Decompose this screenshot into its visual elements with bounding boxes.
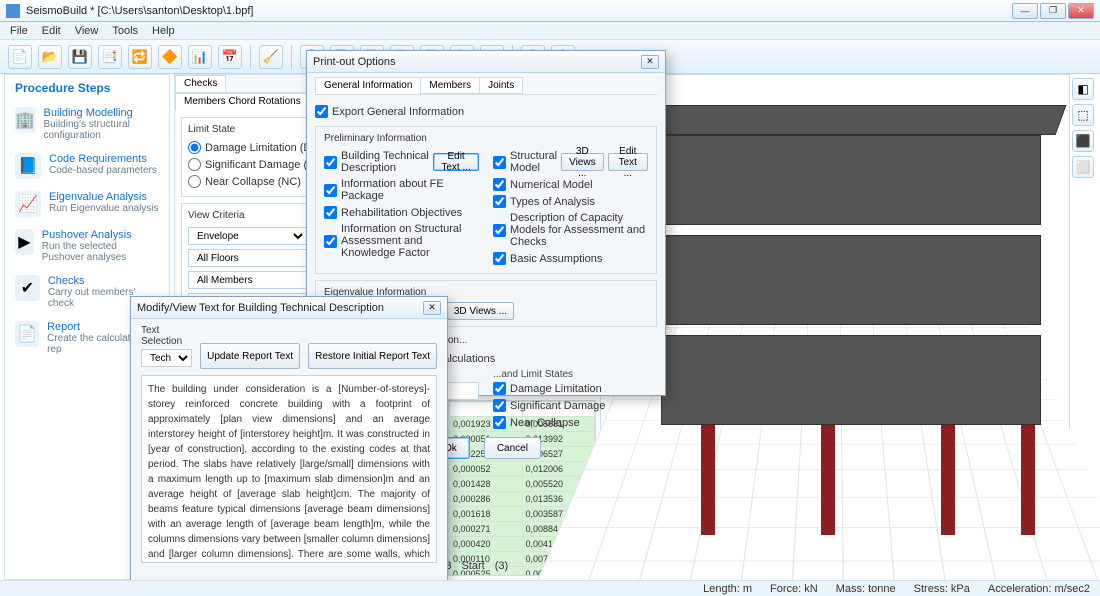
sidebar-item[interactable]: ▶ Pushover AnalysisRun the selected Pusho… [5, 223, 169, 269]
step-icon: ✔ [15, 275, 40, 301]
column-red [701, 425, 715, 535]
column-red [1021, 425, 1035, 535]
step-label: Building Modelling [44, 107, 160, 119]
toolbar-button[interactable]: 📊 [188, 45, 212, 69]
chk-structural-model[interactable]: Structural Model [493, 148, 557, 176]
tab-checks[interactable]: Checks [175, 75, 226, 92]
menu-tools[interactable]: Tools [106, 23, 144, 39]
edit-text-button-2[interactable]: Edit Text ... [608, 153, 648, 171]
menu-edit[interactable]: Edit [36, 23, 67, 39]
menu-help[interactable]: Help [146, 23, 181, 39]
menubar: FileEditViewToolsHelp [0, 22, 1100, 40]
3d-views-button[interactable]: 3D Views ... [561, 153, 604, 171]
toolbar-button[interactable]: 📂 [38, 45, 62, 69]
tool-icon[interactable]: ⬚ [1072, 104, 1094, 126]
right-toolbar: ◧ ⬚ ⬛ ⬜ [1072, 74, 1096, 182]
tab-members[interactable]: Members [420, 77, 480, 94]
close-button[interactable]: ✕ [1068, 3, 1094, 19]
chk-rehab[interactable]: Rehabilitation Objectives [324, 204, 479, 221]
step-desc: Run Eigenvalue analysis [49, 203, 159, 214]
chk-export-general[interactable]: Export General Information [315, 103, 657, 120]
sidebar-item[interactable]: 📈 Eigenvalue AnalysisRun Eigenvalue analy… [5, 185, 169, 223]
toolbar-button[interactable]: 🧹 [259, 45, 283, 69]
text-selection-combo[interactable]: Technical Description [141, 349, 192, 367]
chk-types[interactable]: Types of Analysis [493, 193, 648, 210]
step-icon: ▶ [15, 229, 34, 255]
titlebar: SeismoBuild * [C:\Users\santon\Desktop\1… [0, 0, 1100, 22]
chk-ls-nc[interactable]: Near Collapse [493, 414, 657, 431]
toolbar-button[interactable]: 🔶 [158, 45, 182, 69]
chk-ls-dl[interactable]: Damage Limitation [493, 380, 657, 397]
sidebar-item[interactable]: 🏢 Building ModellingBuilding's structural… [5, 101, 169, 147]
tab-joints[interactable]: Joints [479, 77, 523, 94]
step-label: Code Requirements [49, 153, 157, 165]
window-title: SeismoBuild * [C:\Users\santon\Desktop\1… [26, 5, 1012, 17]
building-slab [661, 235, 1041, 325]
dialog-modify-text: Modify/View Text for Building Technical … [130, 296, 448, 583]
description-textarea[interactable] [141, 375, 437, 563]
menu-file[interactable]: File [4, 23, 34, 39]
close-icon[interactable]: ✕ [641, 55, 659, 69]
sidebar-heading: Procedure Steps [5, 75, 169, 101]
minimize-button[interactable]: — [1012, 3, 1038, 19]
step-label: Checks [48, 275, 159, 287]
update-report-button[interactable]: Update Report Text [200, 343, 300, 369]
building-slab [661, 335, 1041, 425]
cancel-button[interactable]: Cancel [484, 437, 541, 459]
step-icon: 📈 [15, 191, 41, 217]
step-desc: Building's structural configuration [44, 119, 160, 141]
toolbar-button[interactable]: 📑 [98, 45, 122, 69]
column-red [821, 425, 835, 535]
column-red [941, 425, 955, 535]
statusbar: Length: m Force: kN Mass: tonne Stress: … [0, 580, 1100, 596]
3d-views-eigen-button[interactable]: 3D Views ... [447, 302, 514, 320]
chk-fe-package[interactable]: Information about FE Package [324, 176, 479, 204]
close-icon[interactable]: ✕ [423, 301, 441, 315]
step-desc: Code-based parameters [49, 165, 157, 176]
dialog-title: Modify/View Text for Building Technical … [137, 302, 384, 314]
step-desc: Run the selected Pushover analyses [42, 241, 159, 263]
sidebar-item[interactable]: 📘 Code RequirementsCode-based parameters [5, 147, 169, 185]
tab-general-info[interactable]: General Information [315, 77, 421, 94]
dialog-title: Print-out Options [313, 56, 396, 68]
edit-text-button[interactable]: Edit Text ... [433, 153, 479, 171]
restore-report-button[interactable]: Restore Initial Report Text [308, 343, 437, 369]
menu-view[interactable]: View [69, 23, 105, 39]
step-label: Pushover Analysis [42, 229, 159, 241]
group-preliminary: Preliminary Information Building Technic… [315, 126, 657, 274]
building-roof [636, 105, 1067, 135]
tool-icon[interactable]: ⬛ [1072, 130, 1094, 152]
chk-ls-sd[interactable]: Significant Damage [493, 397, 657, 414]
toolbar-button[interactable]: 📄 [8, 45, 32, 69]
building-slab [661, 135, 1041, 225]
toolbar-button[interactable]: 📅 [218, 45, 242, 69]
step-icon: 📄 [15, 321, 39, 347]
tool-icon[interactable]: ⬜ [1072, 156, 1094, 178]
chk-capacity[interactable]: Description of Capacity Models for Asses… [493, 210, 648, 250]
step-icon: 📘 [15, 153, 41, 179]
chk-basic[interactable]: Basic Assumptions [493, 250, 648, 267]
toolbar-button[interactable]: 🔁 [128, 45, 152, 69]
tab-chord-rotations[interactable]: Members Chord Rotations [175, 93, 310, 111]
combo-envelope[interactable]: Envelope [188, 227, 307, 245]
chk-building-desc[interactable]: Building Technical Description [324, 148, 429, 176]
toolbar-button[interactable]: 💾 [68, 45, 92, 69]
3d-viewport[interactable] [600, 74, 1070, 580]
app-icon [6, 4, 20, 18]
step-label: Eigenvalue Analysis [49, 191, 159, 203]
chk-assessment[interactable]: Information on Structural Assessment and… [324, 221, 479, 261]
maximize-button[interactable]: ❐ [1040, 3, 1066, 19]
step-icon: 🏢 [15, 107, 36, 133]
chk-numerical[interactable]: Numerical Model [493, 176, 648, 193]
tool-icon[interactable]: ◧ [1072, 78, 1094, 100]
